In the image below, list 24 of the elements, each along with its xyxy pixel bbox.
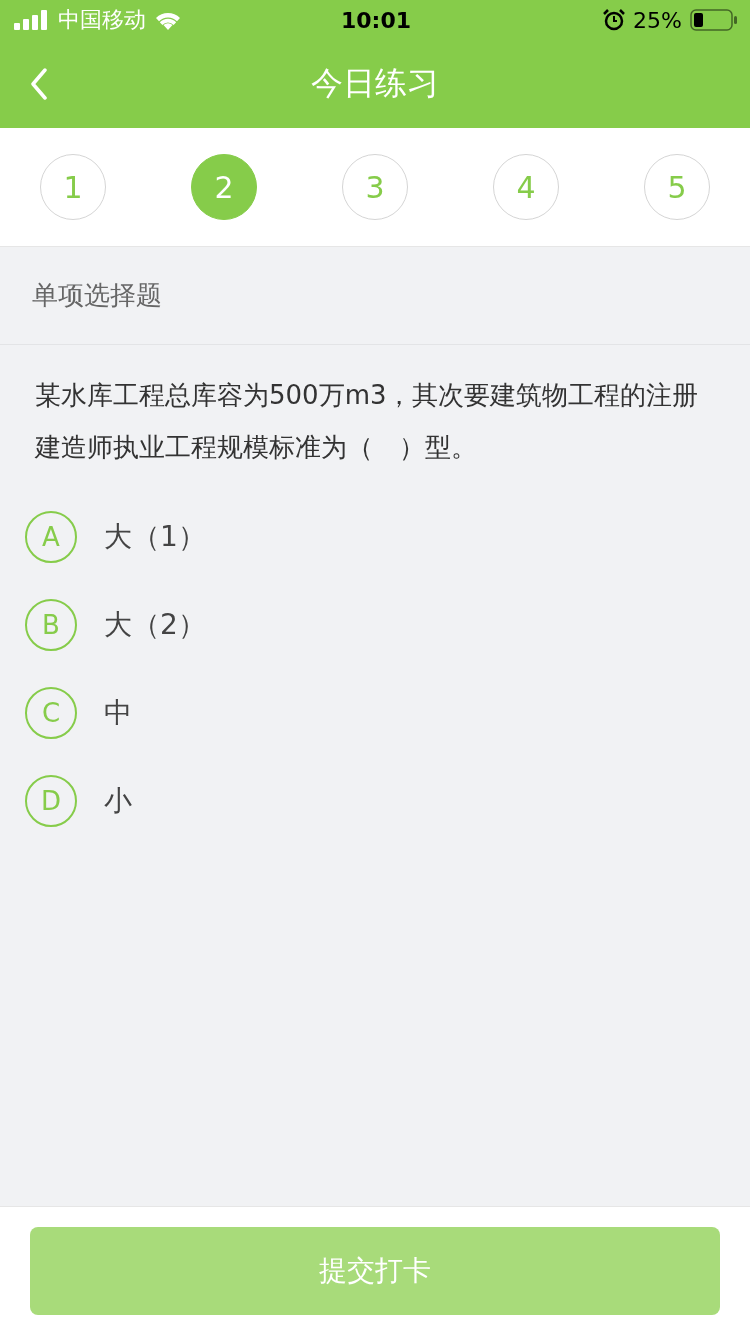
option-text[interactable]: 大（2） xyxy=(104,606,206,644)
question-text: 某水库工程总库容为500万m3，其次要建筑物工程的注册建造师执业工程规模标准为（ ）型。 xyxy=(35,379,700,464)
section-title: 单项选择题 xyxy=(32,279,162,312)
wifi-icon xyxy=(154,10,182,30)
option-letter[interactable]: A xyxy=(25,511,77,563)
back-icon[interactable] xyxy=(30,68,48,100)
carrier-name: 中国移动 xyxy=(58,6,146,34)
option-letter[interactable]: D xyxy=(25,775,77,827)
question-number-tab[interactable]: 3 xyxy=(342,154,408,220)
battery-percent: 25% xyxy=(633,7,682,33)
page-title: 今日练习 xyxy=(311,63,439,104)
battery-icon xyxy=(690,9,738,31)
option-text[interactable]: 小 xyxy=(104,782,132,820)
question-number-tab[interactable]: 1 xyxy=(40,154,106,220)
alarm-clock-icon xyxy=(603,9,626,31)
option-letter[interactable]: B xyxy=(25,599,77,651)
option-letter[interactable]: C xyxy=(25,687,77,739)
question-number-tab[interactable]: 2 xyxy=(191,154,257,220)
status-time: 10:01 xyxy=(341,7,411,33)
signal-icon xyxy=(14,10,50,30)
option-text[interactable]: 大（1） xyxy=(104,518,206,556)
question-number-tab[interactable]: 4 xyxy=(493,154,559,220)
option-text[interactable]: 中 xyxy=(104,694,132,732)
question-number-tab[interactable]: 5 xyxy=(644,154,710,220)
